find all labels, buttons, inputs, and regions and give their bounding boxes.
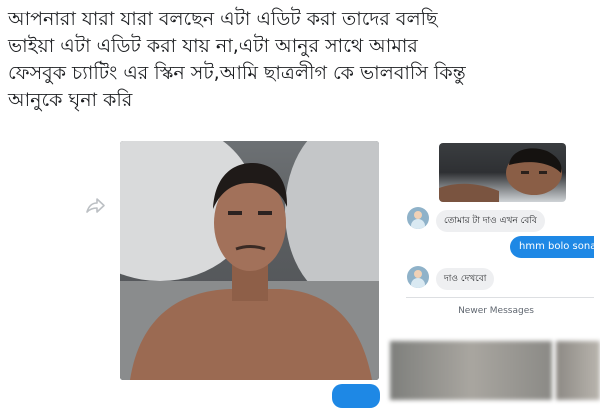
blurred-photo xyxy=(390,341,552,400)
caption-line: ফেসবুক চ্যাটিং এর স্কিন সট,আমি ছাত্রলীগ … xyxy=(8,62,466,84)
incoming-message-bubble: দাও দেখবো xyxy=(436,268,495,290)
caption-line: আপনারা যারা যারা বলছেন এটা এডিট করা তাদে… xyxy=(8,8,438,30)
chat-photo-main[interactable] xyxy=(120,141,379,380)
send-button[interactable] xyxy=(332,384,380,408)
incoming-message-bubble: তোমার টা দাও এখন বেবি xyxy=(436,210,545,232)
avatar xyxy=(407,207,429,229)
divider xyxy=(406,297,594,298)
caption-line: আনুকে ঘৃনা করি xyxy=(8,89,133,111)
caption-line: ভাইয়া এটা এডিট করা যায় না,এটা আনুর সাথ… xyxy=(8,35,418,57)
blurred-photo xyxy=(556,341,600,400)
chat-photo-small[interactable] xyxy=(439,143,566,202)
post-caption: আপনারা যারা যারা বলছেন এটা এডিট করা তাদে… xyxy=(8,6,598,114)
share-arrow-icon[interactable] xyxy=(84,195,106,217)
outgoing-message-bubble: hmm bolo sona xyxy=(510,236,594,258)
newer-messages-label[interactable]: Newer Messages xyxy=(398,306,594,316)
avatar xyxy=(407,266,429,288)
